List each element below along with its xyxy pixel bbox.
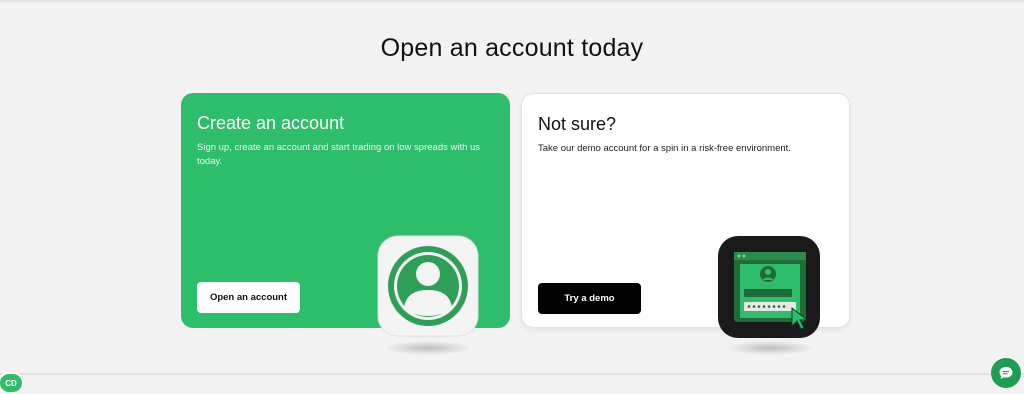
open-account-button[interactable]: Open an account [197, 282, 300, 313]
create-account-title: Create an account [197, 113, 345, 133]
cd-badge-button[interactable]: CD [0, 372, 24, 394]
section-title: Open an account today [380, 34, 644, 62]
try-demo-button[interactable]: Try a demo [538, 283, 641, 314]
demo-account-title: Not sure? [538, 114, 617, 134]
create-account-description: Sign up, create an account and start tra… [197, 142, 481, 167]
demo-account-description: Take our demo account for a spin in a ri… [538, 143, 791, 154]
chat-button[interactable] [991, 358, 1021, 388]
demo-login-screen-icon [718, 236, 820, 355]
bottom-divider [0, 373, 1024, 375]
chat-bubble-icon [999, 367, 1013, 379]
user-profile-icon [377, 235, 479, 355]
top-divider [0, 0, 1024, 2]
